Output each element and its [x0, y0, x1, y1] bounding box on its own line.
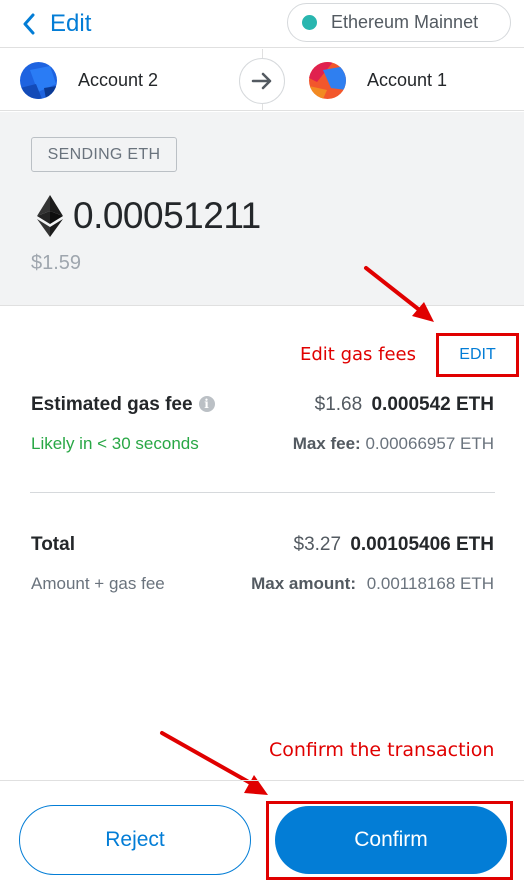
send-amount: 0.00051211 — [73, 195, 261, 236]
max-amount-label: Max amount: — [251, 574, 356, 593]
annotation-arrow-icon — [160, 731, 268, 795]
gas-fee-fiat: $1.68 — [314, 394, 363, 415]
top-bar: Edit Ethereum Mainnet — [0, 0, 524, 48]
edit-gas-button[interactable]: EDIT — [436, 333, 519, 377]
network-name: Ethereum Mainnet — [331, 12, 479, 32]
total-fiat: $3.27 — [293, 534, 342, 555]
confirm-annotation: Confirm the transaction — [269, 739, 495, 761]
back-label: Edit — [50, 10, 92, 37]
max-amount-value: 0.00118168 ETH — [366, 574, 494, 593]
network-selector[interactable]: Ethereum Mainnet — [287, 3, 511, 42]
chevron-left-icon — [23, 13, 35, 35]
gas-fee-row-label: Estimated gas fee i — [31, 394, 215, 416]
reject-label: Reject — [105, 828, 165, 851]
to-account-avatar-icon — [309, 61, 346, 99]
network-status-icon — [302, 15, 317, 30]
edit-gas-label: EDIT — [459, 346, 496, 363]
edit-gas-annotation: Edit gas fees — [300, 344, 416, 365]
transfer-arrow-icon — [239, 58, 285, 104]
footer-divider — [0, 780, 524, 781]
total-amount: $3.27 0.00105406 ETH — [294, 534, 495, 556]
gas-fee-label: Estimated gas fee — [31, 394, 193, 415]
info-icon[interactable]: i — [198, 396, 215, 412]
annotation-arrow-icon — [364, 266, 434, 322]
back-button[interactable]: Edit — [22, 8, 91, 40]
total-label: Total — [31, 534, 75, 555]
sending-badge: SENDING ETH — [31, 137, 177, 172]
send-amount-fiat: $1.59 — [31, 252, 82, 274]
max-fee-label: Max fee: — [292, 434, 361, 453]
max-fee: Max fee: 0.00066957 ETH — [293, 434, 494, 454]
account-transfer-row: Account 2 Account 1 — [0, 49, 524, 111]
confirm-label: Confirm — [354, 828, 428, 851]
ethereum-icon — [37, 195, 63, 237]
sending-summary: SENDING ETH 0.00051211 $1.59 — [0, 112, 524, 306]
from-account-name: Account 2 — [78, 69, 159, 90]
max-amount: Max amount: 0.00118168 ETH — [251, 574, 494, 594]
gas-fee-amount: $1.68 0.000542 ETH — [315, 394, 494, 416]
confirm-button[interactable]: Confirm — [275, 806, 507, 874]
from-account-avatar-icon — [20, 61, 57, 99]
to-account-name: Account 1 — [367, 69, 448, 90]
to-account[interactable]: Account 1 — [309, 49, 447, 111]
amount-row: 0.00051211 — [37, 194, 261, 238]
gas-fee-eth: 0.000542 ETH — [371, 394, 494, 415]
gas-timing: Likely in < 30 seconds — [31, 434, 199, 453]
max-fee-value: 0.00066957 ETH — [365, 434, 494, 453]
total-eth: 0.00105406 ETH — [350, 534, 494, 555]
section-divider — [30, 492, 495, 493]
from-account[interactable]: Account 2 — [20, 49, 158, 111]
total-subtitle: Amount + gas fee — [31, 574, 165, 593]
reject-button[interactable]: Reject — [19, 805, 251, 875]
